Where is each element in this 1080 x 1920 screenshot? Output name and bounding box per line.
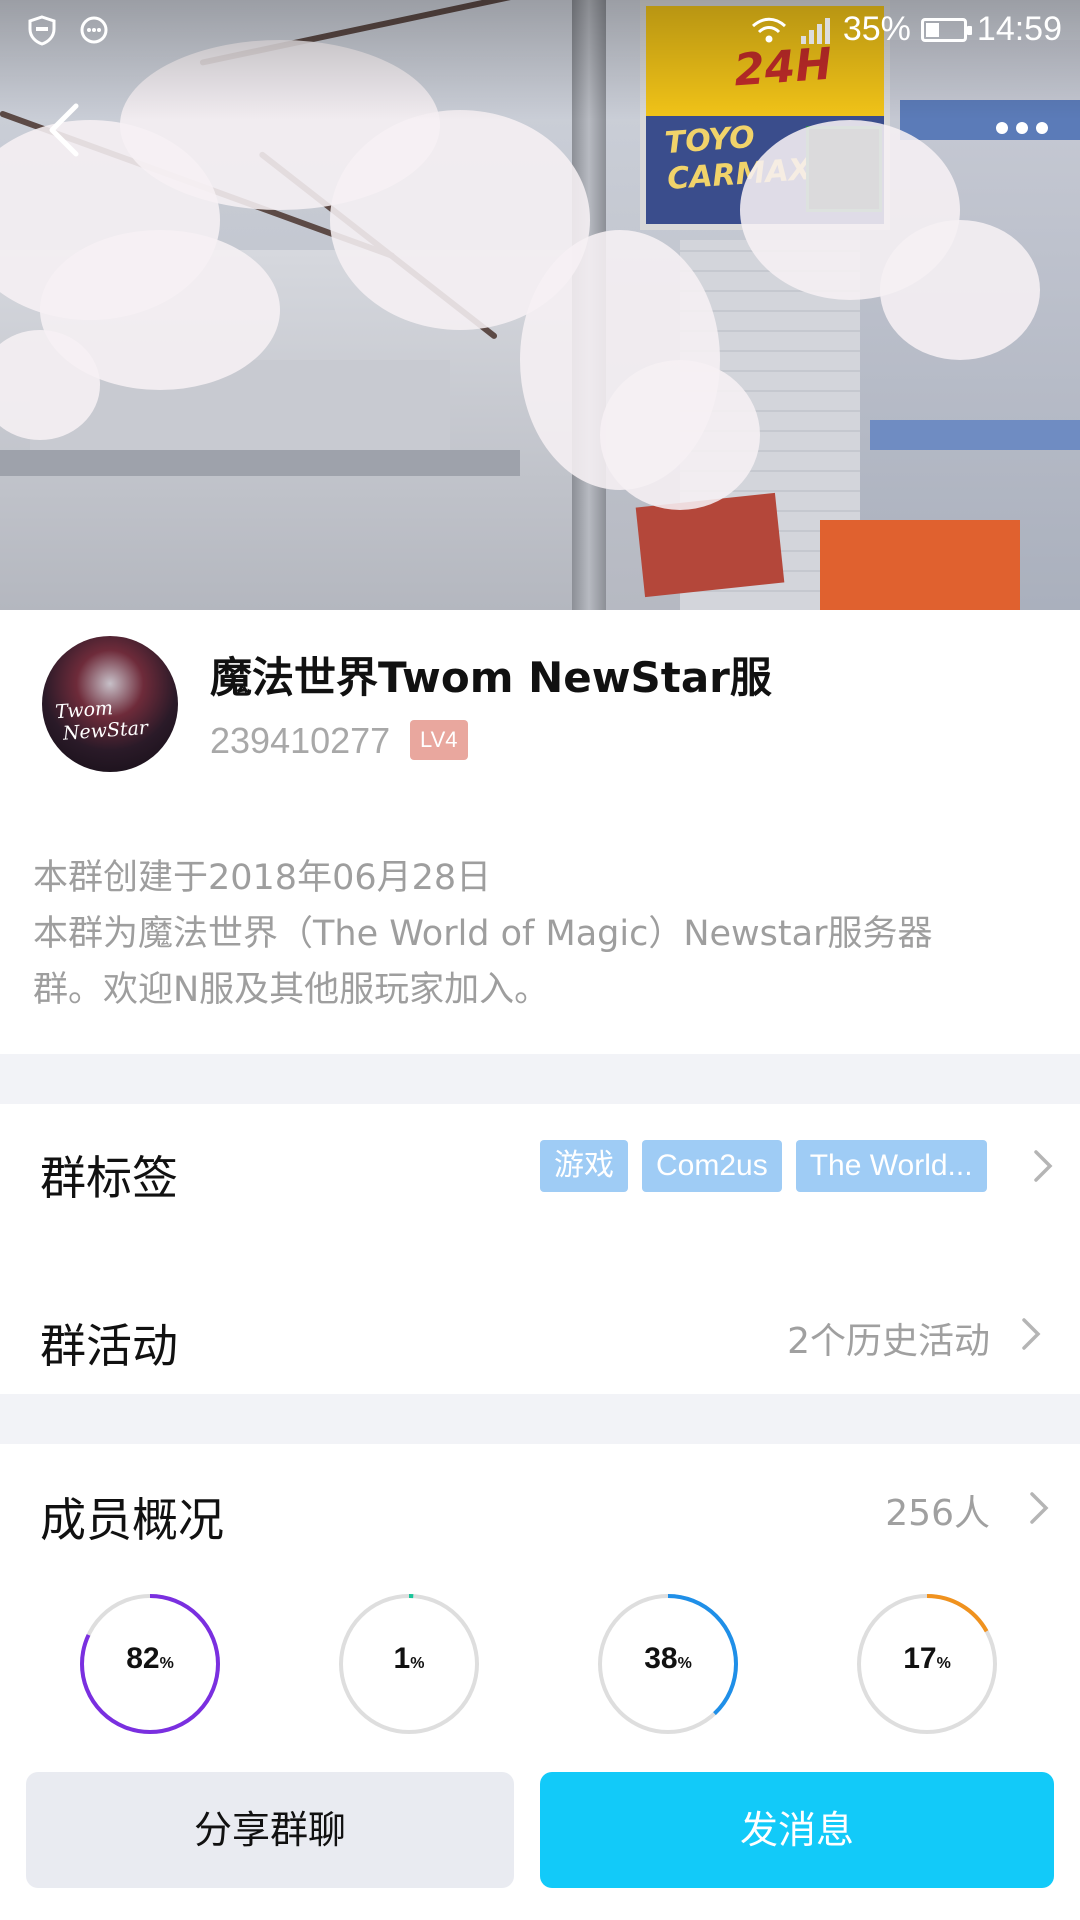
member-stat-ring: 1% [337, 1592, 481, 1736]
member-stat-ring: 38% [596, 1592, 740, 1736]
members-overview-label: 成员概况 [40, 1493, 224, 1547]
shield-icon [28, 15, 56, 46]
group-cover-photo[interactable]: 24H TOYOCARMAX [0, 0, 1080, 610]
chevron-right-icon [1030, 1492, 1049, 1524]
chevron-right-icon [1034, 1150, 1053, 1182]
group-name: 魔法世界Twom NewStar服 [210, 653, 772, 702]
wifi-icon [751, 17, 786, 42]
back-arrow-icon[interactable] [40, 100, 90, 160]
battery-percent: 35% [842, 10, 911, 48]
group-level-badge: LV4 [410, 720, 468, 760]
group-tags-list: 游戏 Com2us The World... [540, 1140, 987, 1192]
member-stat-ring: 17% [855, 1592, 999, 1736]
member-stat-ring: 82% [78, 1592, 222, 1736]
group-activity-label: 群活动 [40, 1319, 178, 1373]
group-id: 239410277 [210, 720, 391, 761]
group-avatar[interactable]: Twom NewStar [42, 636, 178, 772]
status-bar: 35% 14:59 [0, 0, 1080, 60]
section-divider [0, 1054, 1080, 1104]
photo-board [635, 492, 785, 598]
section-divider [0, 1394, 1080, 1444]
group-description: 本群创建于2018年06月28日 本群为魔法世界（The World of Ma… [33, 858, 933, 1010]
members-overview-row[interactable]: 成员概况 256人 [0, 1444, 1080, 1574]
tag-item[interactable]: The World... [795, 1140, 987, 1192]
signal-icon [800, 17, 830, 44]
send-message-button[interactable]: 发消息 [540, 1772, 1054, 1888]
tag-item[interactable]: Com2us [642, 1140, 782, 1192]
group-activity-row[interactable]: 群活动 2个历史活动 [0, 1270, 1080, 1390]
message-bubble-icon [80, 16, 108, 44]
photo-orange-sign [820, 520, 1020, 610]
battery-icon [920, 17, 972, 42]
members-count: 256人 [885, 1493, 990, 1534]
share-group-button[interactable]: 分享群聊 [26, 1772, 514, 1888]
group-tags-label: 群标签 [40, 1151, 178, 1205]
chevron-right-icon [1022, 1318, 1041, 1350]
tag-item[interactable]: 游戏 [540, 1140, 628, 1192]
group-activity-count: 2个历史活动 [787, 1321, 990, 1362]
clock: 14:59 [976, 10, 1062, 48]
more-options-icon[interactable] [992, 110, 1052, 146]
